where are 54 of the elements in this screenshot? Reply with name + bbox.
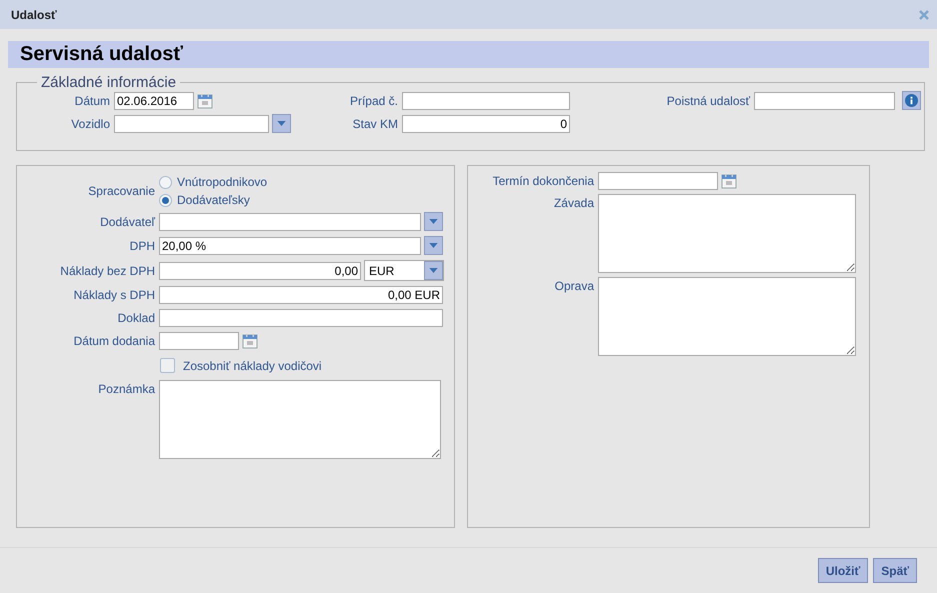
checkbox-option[interactable]: Zosobniť náklady vodičovi [159, 355, 449, 375]
repair-field[interactable] [598, 277, 856, 356]
field-label: Termín dokončenia [492, 174, 594, 188]
case-number-field[interactable] [402, 92, 570, 110]
caret-icon [429, 268, 438, 273]
field-label: Vozidlo [70, 116, 110, 130]
note-field[interactable] [159, 380, 441, 459]
field-label: Spracovanie [87, 184, 155, 198]
field-label: Doklad [116, 311, 155, 325]
page-title: Servisná udalosť [8, 41, 929, 68]
vehicle-select[interactable] [114, 114, 269, 132]
date-field[interactable]: 02.06.2016 [114, 92, 194, 110]
vat-select[interactable]: 20,00 % [159, 236, 421, 254]
action-button[interactable]: Späť [873, 558, 917, 583]
date-field[interactable] [598, 172, 718, 190]
calendar-icon[interactable] [721, 173, 737, 189]
field-label: Oprava [554, 278, 594, 293]
dropdown-button[interactable] [424, 212, 443, 231]
caret-icon [429, 219, 438, 224]
field-label: Náklady bez DPH [59, 264, 155, 278]
currency-select[interactable]: EUR [364, 260, 444, 281]
cost-field[interactable]: 0,00 [159, 262, 361, 280]
field-label: Dátum dodania [72, 334, 155, 348]
caret-icon [429, 243, 438, 248]
field-label: Stav KM [352, 116, 398, 130]
field-label: Dodávateľ [99, 214, 155, 228]
field-label: Náklady s DPH [72, 288, 155, 302]
action-button[interactable]: Uložiť [818, 558, 868, 583]
radio-option[interactable]: Dodávateľsky [159, 193, 449, 207]
dropdown-button[interactable] [424, 236, 443, 255]
date-field[interactable] [159, 332, 239, 350]
field-label: Poznámka [97, 381, 155, 396]
odometer-field[interactable]: 0 [402, 114, 570, 132]
calendar-icon[interactable] [242, 333, 258, 349]
cost-with-vat-field[interactable]: 0,00 EUR [159, 286, 443, 304]
caret-icon [277, 121, 286, 126]
radio-option[interactable]: Vnútropodnikovo [159, 175, 449, 189]
close-icon[interactable] [919, 10, 929, 20]
defect-field[interactable] [598, 194, 856, 273]
info-icon [905, 94, 918, 107]
field-label: Závada [552, 195, 594, 210]
dropdown-button[interactable] [424, 261, 443, 280]
window-title: Udalosť [11, 8, 57, 22]
info-button[interactable] [902, 91, 921, 110]
field-label: Prípad č. [348, 94, 398, 108]
section-legend: Základné informácie [37, 74, 180, 91]
calendar-icon[interactable] [197, 92, 213, 108]
field-label: DPH [128, 238, 155, 252]
dropdown-button[interactable] [272, 114, 291, 133]
field-label: Dátum [74, 94, 110, 108]
field-label: Poistná udalosť [666, 94, 750, 108]
supplier-select[interactable] [159, 212, 421, 230]
document-field[interactable] [159, 309, 443, 327]
insurance-event-field[interactable] [754, 92, 895, 110]
